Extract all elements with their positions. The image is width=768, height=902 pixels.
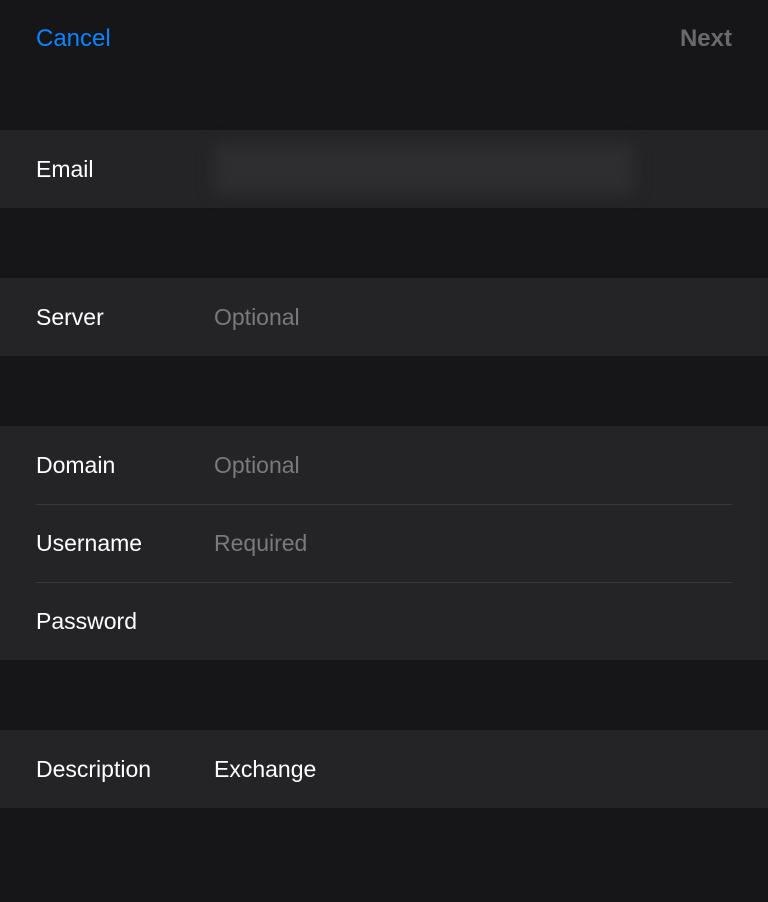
username-row[interactable]: Username [0,504,768,582]
domain-input[interactable] [214,452,732,479]
nav-bar: Cancel Next [0,0,768,98]
cancel-button[interactable]: Cancel [36,25,111,53]
next-button[interactable]: Next [680,25,732,53]
server-label: Server [36,304,214,331]
description-input[interactable] [214,756,732,783]
password-row[interactable]: Password [0,582,768,660]
email-value-redacted [214,144,634,194]
password-input[interactable] [214,608,732,635]
description-group: Description [0,730,768,808]
server-group: Server [0,278,768,356]
credentials-group: Domain Username Password [0,426,768,660]
email-group: Email [0,130,768,208]
domain-label: Domain [36,452,214,479]
account-setup-sheet: Cancel Next Email Server Domain [0,0,768,902]
description-row[interactable]: Description [0,730,768,808]
domain-row[interactable]: Domain [0,426,768,504]
username-label: Username [36,530,214,557]
server-row[interactable]: Server [0,278,768,356]
description-label: Description [36,756,214,783]
username-input[interactable] [214,530,732,557]
server-input[interactable] [214,304,732,331]
email-row[interactable]: Email [0,130,768,208]
email-label: Email [36,156,214,183]
password-label: Password [36,608,214,635]
